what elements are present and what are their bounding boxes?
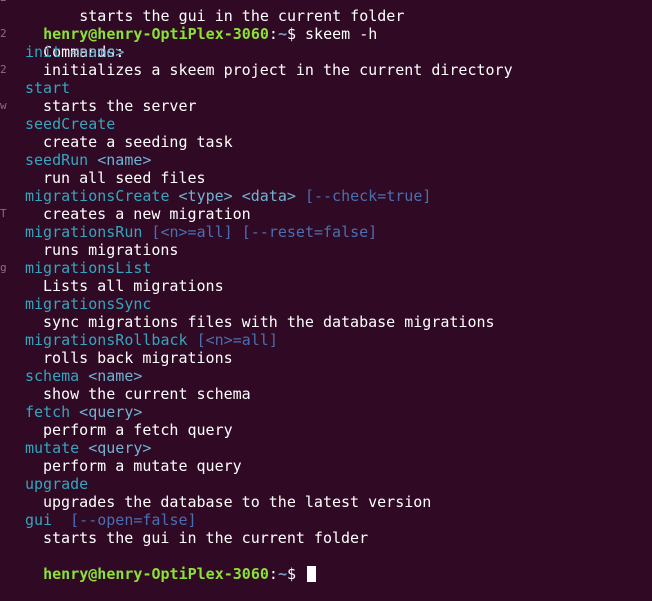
previous-output-line: 2 starts the gui in the current folder (0, 0, 652, 25)
command-name: upgrade (25, 475, 89, 493)
command-entry: seedRun <name> (0, 151, 652, 169)
command-entry: upgrade (0, 475, 652, 493)
final-prompt-symbol: $ (286, 565, 306, 583)
command-name: migrationsRun (25, 223, 143, 241)
command-args: <name> (79, 367, 143, 385)
command-name: seedRun (25, 151, 89, 169)
command-entry: init <name> (0, 43, 652, 61)
command-description: initializes a skeem project in the curre… (43, 61, 513, 79)
background-window-fragment: w (0, 99, 7, 112)
text-cursor[interactable] (307, 566, 317, 582)
command-description-line: sync migrations files with the database … (0, 313, 652, 331)
final-prompt-separator: : (268, 565, 278, 583)
command-description: Lists all migrations (43, 277, 224, 295)
command-description-line: show the current schema (0, 385, 652, 403)
final-prompt-user-host: henry@henry-OptiPlex-3060 (43, 565, 269, 583)
command-description-line: w starts the server (0, 97, 652, 115)
command-args: <name> (88, 151, 152, 169)
command-description-line: run all seed files (0, 169, 652, 187)
command-name: start (25, 79, 71, 97)
background-window-fragment: g (0, 261, 7, 274)
command-name: migrationsList (25, 259, 152, 277)
command-description-line: 2 initializes a skeem project in the curr… (0, 61, 652, 79)
command-name: seedCreate (25, 115, 116, 133)
command-description-line: perform a fetch query (0, 421, 652, 439)
command-description-line: rolls back migrations (0, 349, 652, 367)
command-description: starts the gui in the current folder (43, 529, 369, 547)
command-description: creates a new migration (43, 205, 251, 223)
command-entry: migrationsCreate <type> <data> [--check=… (0, 187, 652, 205)
background-window-fragment: 2 (0, 0, 7, 7)
command-list: init <name> 2 initializes a skeem project … (0, 43, 652, 547)
command-description: runs migrations (43, 241, 179, 259)
command-description: show the current schema (43, 385, 251, 403)
command-entry: start (0, 79, 652, 97)
command-options: [--check=true] (295, 187, 432, 205)
command-entry: seedCreate (0, 115, 652, 133)
command-description-line: Lists all migrations (0, 277, 652, 295)
command-description: starts the server (43, 97, 197, 115)
command-options: [<n>=all] (187, 331, 278, 349)
command-args: <query> (79, 439, 152, 457)
command-description-line: create a seeding task (0, 133, 652, 151)
command-description: upgrades the database to the latest vers… (43, 493, 432, 511)
command-name: migrationsRollback (25, 331, 188, 349)
terminal-window[interactable]: 2 starts the gui in the current folder h… (0, 0, 652, 583)
final-prompt-line: henry@henry-OptiPlex-3060:~$ (0, 547, 652, 583)
command-description: perform a fetch query (43, 421, 233, 439)
background-window-fragment: T (0, 207, 7, 220)
command-entry: schema <name> (0, 367, 652, 385)
command-options: [--open=false] (52, 511, 197, 529)
prompt-line: henry@henry-OptiPlex-3060:~$ skeem -h (0, 7, 652, 43)
command-description: rolls back migrations (43, 349, 233, 367)
command-description: run all seed files (43, 169, 206, 187)
command-description-line: upgrades the database to the latest vers… (0, 493, 652, 511)
background-window-fragment: 2 (0, 27, 7, 40)
command-entry: migrationsSync (0, 295, 652, 313)
command-name: init (25, 43, 62, 61)
command-entry: migrationsRollback [<n>=all] (0, 331, 652, 349)
command-name: migrationsSync (25, 295, 152, 313)
command-name: gui (25, 511, 53, 529)
command-description-line: runs migrations (0, 241, 652, 259)
command-entry: gui [--open=false] (0, 511, 652, 529)
command-description: sync migrations files with the database … (43, 313, 495, 331)
commands-heading-line: 2 Commands: (0, 25, 652, 61)
command-entry: migrationsRun [<n>=all] [--reset=false] (0, 223, 652, 241)
command-name: mutate (25, 439, 80, 457)
command-name: migrationsCreate (25, 187, 170, 205)
command-description-line: perform a mutate query (0, 457, 652, 475)
command-args: <query> (70, 403, 143, 421)
command-description-line: Tcreates a new migration (0, 205, 652, 223)
command-entry: g migrationsList (0, 259, 652, 277)
command-args: <name> (61, 43, 125, 61)
command-args: <type> <data> (169, 187, 296, 205)
command-entry: mutate <query> (0, 439, 652, 457)
background-window-fragment: 2 (0, 63, 7, 76)
command-name: schema (25, 367, 80, 385)
final-prompt-path: ~ (277, 565, 287, 583)
command-description-line: starts the gui in the current folder (0, 529, 652, 547)
command-description: create a seeding task (43, 133, 233, 151)
command-name: fetch (25, 403, 71, 421)
command-entry: fetch <query> (0, 403, 652, 421)
command-options: [<n>=all] [--reset=false] (142, 223, 378, 241)
command-description: perform a mutate query (43, 457, 242, 475)
